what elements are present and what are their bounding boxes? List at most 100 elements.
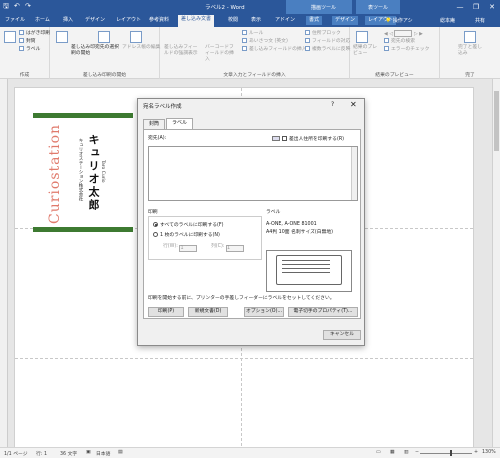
group-finish: 完了と差し込み 完了	[440, 27, 500, 79]
print-button[interactable]: 印刷(P)	[148, 307, 184, 317]
find-recipient-button[interactable]: 宛先の検索	[384, 38, 415, 45]
redo-icon[interactable]: ↷	[25, 2, 31, 11]
check-errors-button[interactable]: エラーのチェック	[384, 46, 429, 53]
greeting-icon	[242, 38, 247, 43]
group-start-merge: 差し込み印刷の開始 宛先の選択 アドレス帳の編集 差し込み印刷の開始	[50, 27, 160, 79]
address-scrollbar[interactable]	[351, 147, 357, 200]
group-label-preview: 結果のプレビュー	[375, 73, 414, 78]
start-merge-button[interactable]: 差し込み印刷の開始	[71, 45, 97, 57]
zoom-slider-thumb[interactable]	[450, 450, 452, 456]
dialog-close-button[interactable]: ✕	[350, 100, 357, 109]
line-number[interactable]: 行: 1	[36, 450, 47, 457]
use-return-address[interactable]: 差出人住所を印刷する(R)	[272, 136, 344, 143]
address-textarea[interactable]	[148, 146, 358, 201]
record-nav[interactable]: ◀ ◁ ▷ ▶	[384, 30, 423, 38]
column-field[interactable]: 列(C): 1	[211, 244, 245, 252]
feeder-hint: 印刷を開始する前に、プリンターの手差しフィーダーにラベルをセットしてください。	[148, 296, 335, 301]
zoom-in-button[interactable]: +	[474, 450, 478, 455]
tell-me-search[interactable]: 💡 操作アシ	[385, 17, 413, 24]
group-preview: 結果のプレビュー ◀ ◁ ▷ ▶ 宛先の検索 エラーのチェック 結果のプレビュー	[350, 27, 440, 79]
print-single-label-radio[interactable]	[153, 232, 158, 237]
envelope-button[interactable]: 封筒	[19, 38, 36, 45]
zoom-level[interactable]: 130%	[482, 450, 496, 455]
preview-line	[282, 264, 330, 265]
print-single-label-option[interactable]: 1 枚のラベルに印刷する(N)	[153, 232, 220, 239]
row-spinner[interactable]: 1	[179, 245, 198, 252]
finish-merge-button[interactable]: 完了と差し込み	[458, 45, 484, 57]
greeting-button[interactable]: あいさつ文 (英文)	[242, 38, 288, 45]
label-grid-line	[15, 358, 473, 359]
undo-icon[interactable]: ↶	[14, 2, 20, 11]
zoom-slider[interactable]	[420, 453, 472, 454]
envelopes-labels-dialog: 宛名ラベル作成 ? ✕ 封筒 ラベル 宛先(A): 差出人住所を印刷する(R) …	[137, 98, 365, 346]
use-return-address-checkbox[interactable]	[282, 136, 287, 141]
options-button[interactable]: オプション(O)...	[244, 307, 284, 317]
print-full-page-option[interactable]: すべてのラベルに印刷する(F)	[153, 222, 224, 229]
cancel-button[interactable]: キャンセル	[323, 330, 361, 340]
word-count[interactable]: 36 文字	[60, 450, 77, 457]
web-layout-icon[interactable]: ▥	[404, 450, 409, 455]
save-icon[interactable]: 🖫	[3, 2, 9, 11]
user-name[interactable]: 総本庵	[440, 17, 455, 24]
zoom-out-button[interactable]: −	[415, 450, 419, 455]
group-fields: 差し込みフィールドの強調表示 バーコードフィールドの挿入 ルール あいさつ文 (…	[160, 27, 350, 79]
group-label-finish: 完了	[465, 73, 475, 78]
vertical-scrollbar[interactable]	[492, 79, 500, 447]
label-vendor: A-ONE, A-ONE 81001	[266, 222, 317, 227]
new-document-button[interactable]: 新規文書(D)	[188, 307, 228, 317]
page-count[interactable]: 1/1 ページ	[4, 450, 28, 457]
tab-envelopes[interactable]: 封筒	[143, 119, 166, 129]
insert-field-button[interactable]: 差し込みフィールドの挿入	[242, 46, 306, 53]
match-fields-button[interactable]: フィールドの対応	[305, 38, 350, 45]
scrollbar-thumb[interactable]	[494, 91, 499, 151]
label-icon	[19, 46, 24, 51]
select-recipients-button[interactable]: 宛先の選択	[95, 45, 119, 51]
restore-button[interactable]: ❐	[468, 0, 484, 14]
tab-review[interactable]: 校閲	[225, 16, 241, 25]
rules-button[interactable]: ルール	[242, 30, 263, 37]
tab-file[interactable]: ファイル	[2, 16, 28, 25]
label-preview[interactable]	[266, 250, 352, 292]
address-book-icon[interactable]	[272, 136, 280, 141]
group-create: はがき印刷 封筒 ラベル 作成	[0, 27, 50, 79]
tab-mailings[interactable]: 差し込み文書	[178, 15, 215, 27]
tab-layout[interactable]: レイアウト	[113, 16, 144, 25]
edit-list-button[interactable]: アドレス帳の編集	[122, 45, 160, 51]
share-button[interactable]: 共有	[475, 17, 485, 24]
address-block-button[interactable]: 住所ブロック	[305, 30, 341, 37]
help-button[interactable]: ?	[331, 101, 334, 108]
tab-insert[interactable]: 挿入	[60, 16, 76, 25]
print-layout-icon[interactable]: ▦	[390, 450, 395, 455]
epostage-properties-button[interactable]: 電子切手のプロパティ(T)...	[288, 307, 358, 317]
insert-field-icon	[242, 46, 247, 51]
read-mode-icon[interactable]: ▭	[376, 450, 381, 455]
tab-table-design[interactable]: デザイン	[332, 16, 359, 25]
tab-format[interactable]: 書式	[306, 16, 323, 25]
envelope-small-icon	[19, 38, 24, 43]
tab-addins[interactable]: アドイン	[272, 16, 298, 25]
column-spinner[interactable]: 1	[226, 245, 245, 252]
record-number[interactable]	[394, 30, 413, 37]
update-labels-button[interactable]: 複数ラベルに反映	[305, 46, 350, 53]
proofing-icon[interactable]: ▣	[86, 450, 91, 455]
preview-results-button[interactable]: 結果のプレビュー	[353, 45, 379, 57]
print-group: すべてのラベルに印刷する(F) 1 枚のラベルに印刷する(N) 行(W): 1 …	[148, 216, 262, 260]
row-field[interactable]: 行(W): 1	[163, 244, 198, 252]
status-bar: 1/1 ページ 行: 1 36 文字 ▣ 日本語 ▤ ▭ ▦ ▥ − + 130…	[0, 447, 500, 458]
language[interactable]: 日本語	[96, 450, 110, 457]
person-romaji: Taro Curio	[100, 160, 105, 183]
macro-icon[interactable]: ▤	[118, 450, 123, 455]
barcode-field-button[interactable]: バーコードフィールドの挿入	[205, 45, 235, 63]
tab-home[interactable]: ホーム	[32, 16, 53, 25]
postcard-button[interactable]: はがき印刷	[19, 30, 50, 37]
highlight-fields-button[interactable]: 差し込みフィールドの強調表示	[164, 45, 200, 57]
tab-view[interactable]: 表示	[248, 16, 264, 25]
print-full-page-radio[interactable]	[153, 222, 158, 227]
minimize-button[interactable]: —	[452, 0, 468, 14]
title-bar: 🖫 ↶ ↷ ラベル2 - Word 描画ツール 表ツール — ❐ ✕	[0, 0, 500, 14]
tab-references[interactable]: 参考資料	[146, 16, 172, 25]
label-button[interactable]: ラベル	[19, 46, 40, 53]
tab-design[interactable]: デザイン	[82, 16, 108, 25]
close-button[interactable]: ✕	[484, 0, 500, 14]
tab-labels[interactable]: ラベル	[166, 118, 194, 129]
